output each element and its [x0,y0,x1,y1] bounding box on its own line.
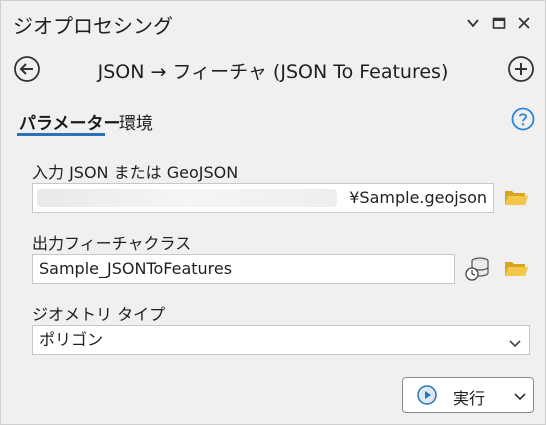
geometry-type-select[interactable]: ポリゴン [32,325,530,355]
tool-title: JSON → フィーチャ (JSON To Features) [97,61,449,83]
help-icon[interactable] [511,107,535,131]
active-tab-indicator [17,133,105,136]
add-plus-icon[interactable] [507,55,535,83]
maximize-icon[interactable] [489,13,509,33]
run-options-chevron-icon[interactable] [513,388,527,402]
browse-folder-icon[interactable] [503,186,529,208]
pane-title: ジオプロセシング [13,14,173,38]
close-icon[interactable] [514,13,534,33]
output-fc-label: 出力フィーチャクラス [32,234,192,253]
input-json-label: 入力 JSON または GeoJSON [32,163,239,182]
title-bar: ジオプロセシング [1,1,545,45]
geodatabase-icon[interactable] [464,256,492,282]
redacted-path [37,189,337,207]
geoprocessing-pane: ジオプロセシング JSON → フィーチャ (JSON To Features)… [0,0,546,425]
output-fc-value: Sample_JSONToFeatures [39,259,233,278]
tool-header: JSON → フィーチャ (JSON To Features) [1,49,545,89]
play-icon [417,385,437,405]
input-json-field[interactable]: ¥Sample.geojson [32,183,494,213]
geometry-type-label: ジオメトリ タイプ [32,305,166,324]
back-arrow-icon[interactable] [13,55,41,83]
geometry-type-value: ポリゴン [39,330,104,349]
run-button[interactable]: 実行 [402,377,534,413]
browse-output-folder-icon[interactable] [503,257,529,279]
run-label: 実行 [453,389,486,408]
input-json-value: ¥Sample.geojson [349,188,487,207]
tab-parameters[interactable]: パラメーター [19,109,121,134]
chevron-down-icon [507,332,523,348]
tab-environments[interactable]: 環境 [119,109,153,134]
output-fc-field[interactable]: Sample_JSONToFeatures [32,254,455,284]
chevron-down-icon[interactable] [463,13,483,33]
